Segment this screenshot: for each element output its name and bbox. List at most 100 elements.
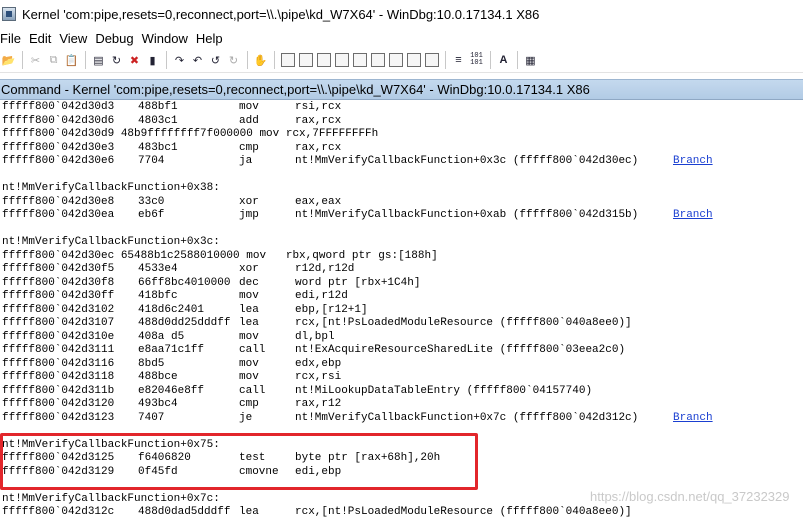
- command-window-titlebar: Command - Kernel 'com:pipe,resets=0,reco…: [0, 79, 803, 100]
- mnemonic: dec: [239, 276, 259, 289]
- break-icon[interactable]: ▮: [144, 52, 161, 69]
- address: fffff800`042d30ea: [2, 209, 115, 221]
- menu-debug[interactable]: Debug: [92, 31, 136, 46]
- opcode: 66ff8bc4010000: [138, 276, 231, 289]
- disasm-line: fffff800`042d30ea eb6f jmp nt!MmVerifyCallb…: [0, 209, 803, 223]
- cut-icon[interactable]: ✂: [27, 52, 44, 69]
- disasm-line: fffff800`042d3107 488d0dd25dddff lea rcx,[n…: [0, 317, 803, 331]
- disasm-line: fffff800`042d3129 0f45fd cmovne edi,ebp: [0, 466, 803, 480]
- mnemonic: cmp: [239, 141, 259, 154]
- restart-icon[interactable]: ↻: [108, 52, 125, 69]
- address: fffff800`042d3125: [2, 452, 115, 464]
- operands: edi,r12d: [295, 290, 348, 302]
- opcode: e82046e8ff: [138, 384, 205, 397]
- menu-file[interactable]: File: [0, 31, 24, 46]
- window-title: Kernel 'com:pipe,resets=0,reconnect,port…: [22, 6, 540, 22]
- address: fffff800`042d3107: [2, 317, 115, 329]
- disasm-line: fffff800`042d30f8 66ff8bc4010000 dec word p…: [0, 277, 803, 291]
- memory-window-icon[interactable]: [353, 53, 367, 67]
- opcode: eb6f: [138, 209, 165, 221]
- step-over-icon[interactable]: ↶: [189, 52, 206, 69]
- label-text: nt!MmVerifyCallbackFunction+0x3c:: [2, 236, 220, 248]
- source-mode-icon[interactable]: ≡: [450, 52, 467, 69]
- toolbar: 📂 ✂ ⧉ 📋 ▤ ↻ ✖ ▮ ↷ ↶ ↺ ↻ ✋ ≡ 101 101 A ▦: [0, 48, 803, 73]
- hex-mode-icon[interactable]: 101 101: [468, 52, 485, 69]
- watermark: https://blog.csdn.net/qq_37232329: [590, 489, 790, 504]
- address: fffff800`042d30e3: [2, 141, 115, 154]
- branch-link[interactable]: Branch: [673, 155, 713, 169]
- disasm-label: nt!MmVerifyCallbackFunction+0x3c:: [0, 236, 803, 250]
- scratch-pad-icon[interactable]: [407, 53, 421, 67]
- operands: edi,ebp: [295, 465, 342, 478]
- address: fffff800`042d310e: [2, 330, 115, 343]
- mnemonic: jmp: [239, 209, 259, 221]
- disasm-line: fffff800`042d30d9 48b9ffffffff7f000000 m…: [0, 128, 803, 142]
- address: fffff800`042d30e8: [2, 195, 115, 208]
- disasm-line: fffff800`042d30ec 65488b1c2588010000 mov…: [0, 250, 803, 264]
- raw-instruction: fffff800`042d30d9 48b9ffffffff7f000000 m…: [2, 128, 379, 140]
- disassembly-output[interactable]: fffff800`042d30d3 488bf1 mov rsi,rcx fffff80…: [0, 101, 803, 520]
- paste-icon[interactable]: 📋: [63, 52, 80, 69]
- menu-window[interactable]: Window: [139, 31, 191, 46]
- toolbar-separator: [274, 51, 275, 69]
- toolbar-separator: [517, 51, 518, 69]
- title-bar: Kernel 'com:pipe,resets=0,reconnect,port…: [0, 0, 803, 28]
- processes-threads-icon[interactable]: [425, 53, 439, 67]
- mnemonic: cmovne: [239, 465, 279, 478]
- windbg-app-icon[interactable]: [2, 7, 16, 21]
- opcode: 418d6c2401: [138, 303, 205, 316]
- menu-view[interactable]: View: [56, 31, 90, 46]
- opcode: 8bd5: [138, 357, 165, 370]
- toolbar-separator: [247, 51, 248, 69]
- opcode: 418bfc: [138, 290, 178, 302]
- mnemonic: add: [239, 114, 259, 127]
- disasm-line: fffff800`042d30e3 483bc1 cmp rax,rcx: [0, 142, 803, 156]
- stop-debugging-icon[interactable]: ✖: [126, 52, 143, 69]
- run-to-cursor-icon[interactable]: ↻: [225, 52, 242, 69]
- mnemonic: xor: [239, 195, 259, 208]
- opcode: e8aa71c1ff: [138, 344, 205, 356]
- call-stack-window-icon[interactable]: [371, 53, 385, 67]
- operands: rsi,rcx: [295, 101, 342, 113]
- operands: dl,bpl: [295, 330, 335, 343]
- toggle-breakpoint-icon[interactable]: ✋: [252, 52, 269, 69]
- opcode: 33c0: [138, 195, 165, 208]
- disasm-line: fffff800`042d3116 8bd5 mov edx,ebp: [0, 358, 803, 372]
- operands: ebp,[r12+1]: [295, 303, 368, 316]
- address: fffff800`042d30f8: [2, 276, 115, 289]
- label-text: nt!MmVerifyCallbackFunction+0x75:: [2, 438, 220, 451]
- toolbar-separator: [445, 51, 446, 69]
- operands: eax,eax: [295, 195, 342, 208]
- step-into-icon[interactable]: ↷: [171, 52, 188, 69]
- disasm-line: fffff800`042d3102 418d6c2401 lea ebp,[r12+1…: [0, 304, 803, 318]
- menu-edit[interactable]: Edit: [26, 31, 54, 46]
- locals-window-icon[interactable]: [317, 53, 331, 67]
- mnemonic: lea: [239, 506, 259, 518]
- menu-bar: File Edit View Debug Window Help: [0, 28, 803, 48]
- mnemonic: lea: [239, 317, 259, 329]
- watch-window-icon[interactable]: [299, 53, 313, 67]
- menu-help[interactable]: Help: [193, 31, 226, 46]
- operands: edx,ebp: [295, 357, 342, 370]
- opcode: 4803c1: [138, 114, 178, 127]
- command-window-icon[interactable]: [281, 53, 295, 67]
- copy-icon[interactable]: ⧉: [45, 52, 62, 69]
- branch-link[interactable]: Branch: [673, 412, 713, 426]
- address: fffff800`042d30d6: [2, 114, 115, 127]
- branch-link[interactable]: Branch: [673, 209, 713, 223]
- operands: byte ptr [rax+68h],20h: [295, 452, 441, 464]
- disassembly-window-icon[interactable]: [389, 53, 403, 67]
- address: fffff800`042d30f5: [2, 263, 115, 275]
- step-out-icon[interactable]: ↺: [207, 52, 224, 69]
- address: fffff800`042d30ff: [2, 290, 115, 302]
- options-icon[interactable]: ▦: [522, 52, 539, 69]
- mnemonic: call: [239, 384, 266, 397]
- font-icon[interactable]: A: [495, 52, 512, 69]
- open-folder-icon[interactable]: 📂: [0, 52, 17, 69]
- registers-window-icon[interactable]: [335, 53, 349, 67]
- go-icon[interactable]: ▤: [90, 52, 107, 69]
- address: fffff800`042d30d3: [2, 101, 115, 113]
